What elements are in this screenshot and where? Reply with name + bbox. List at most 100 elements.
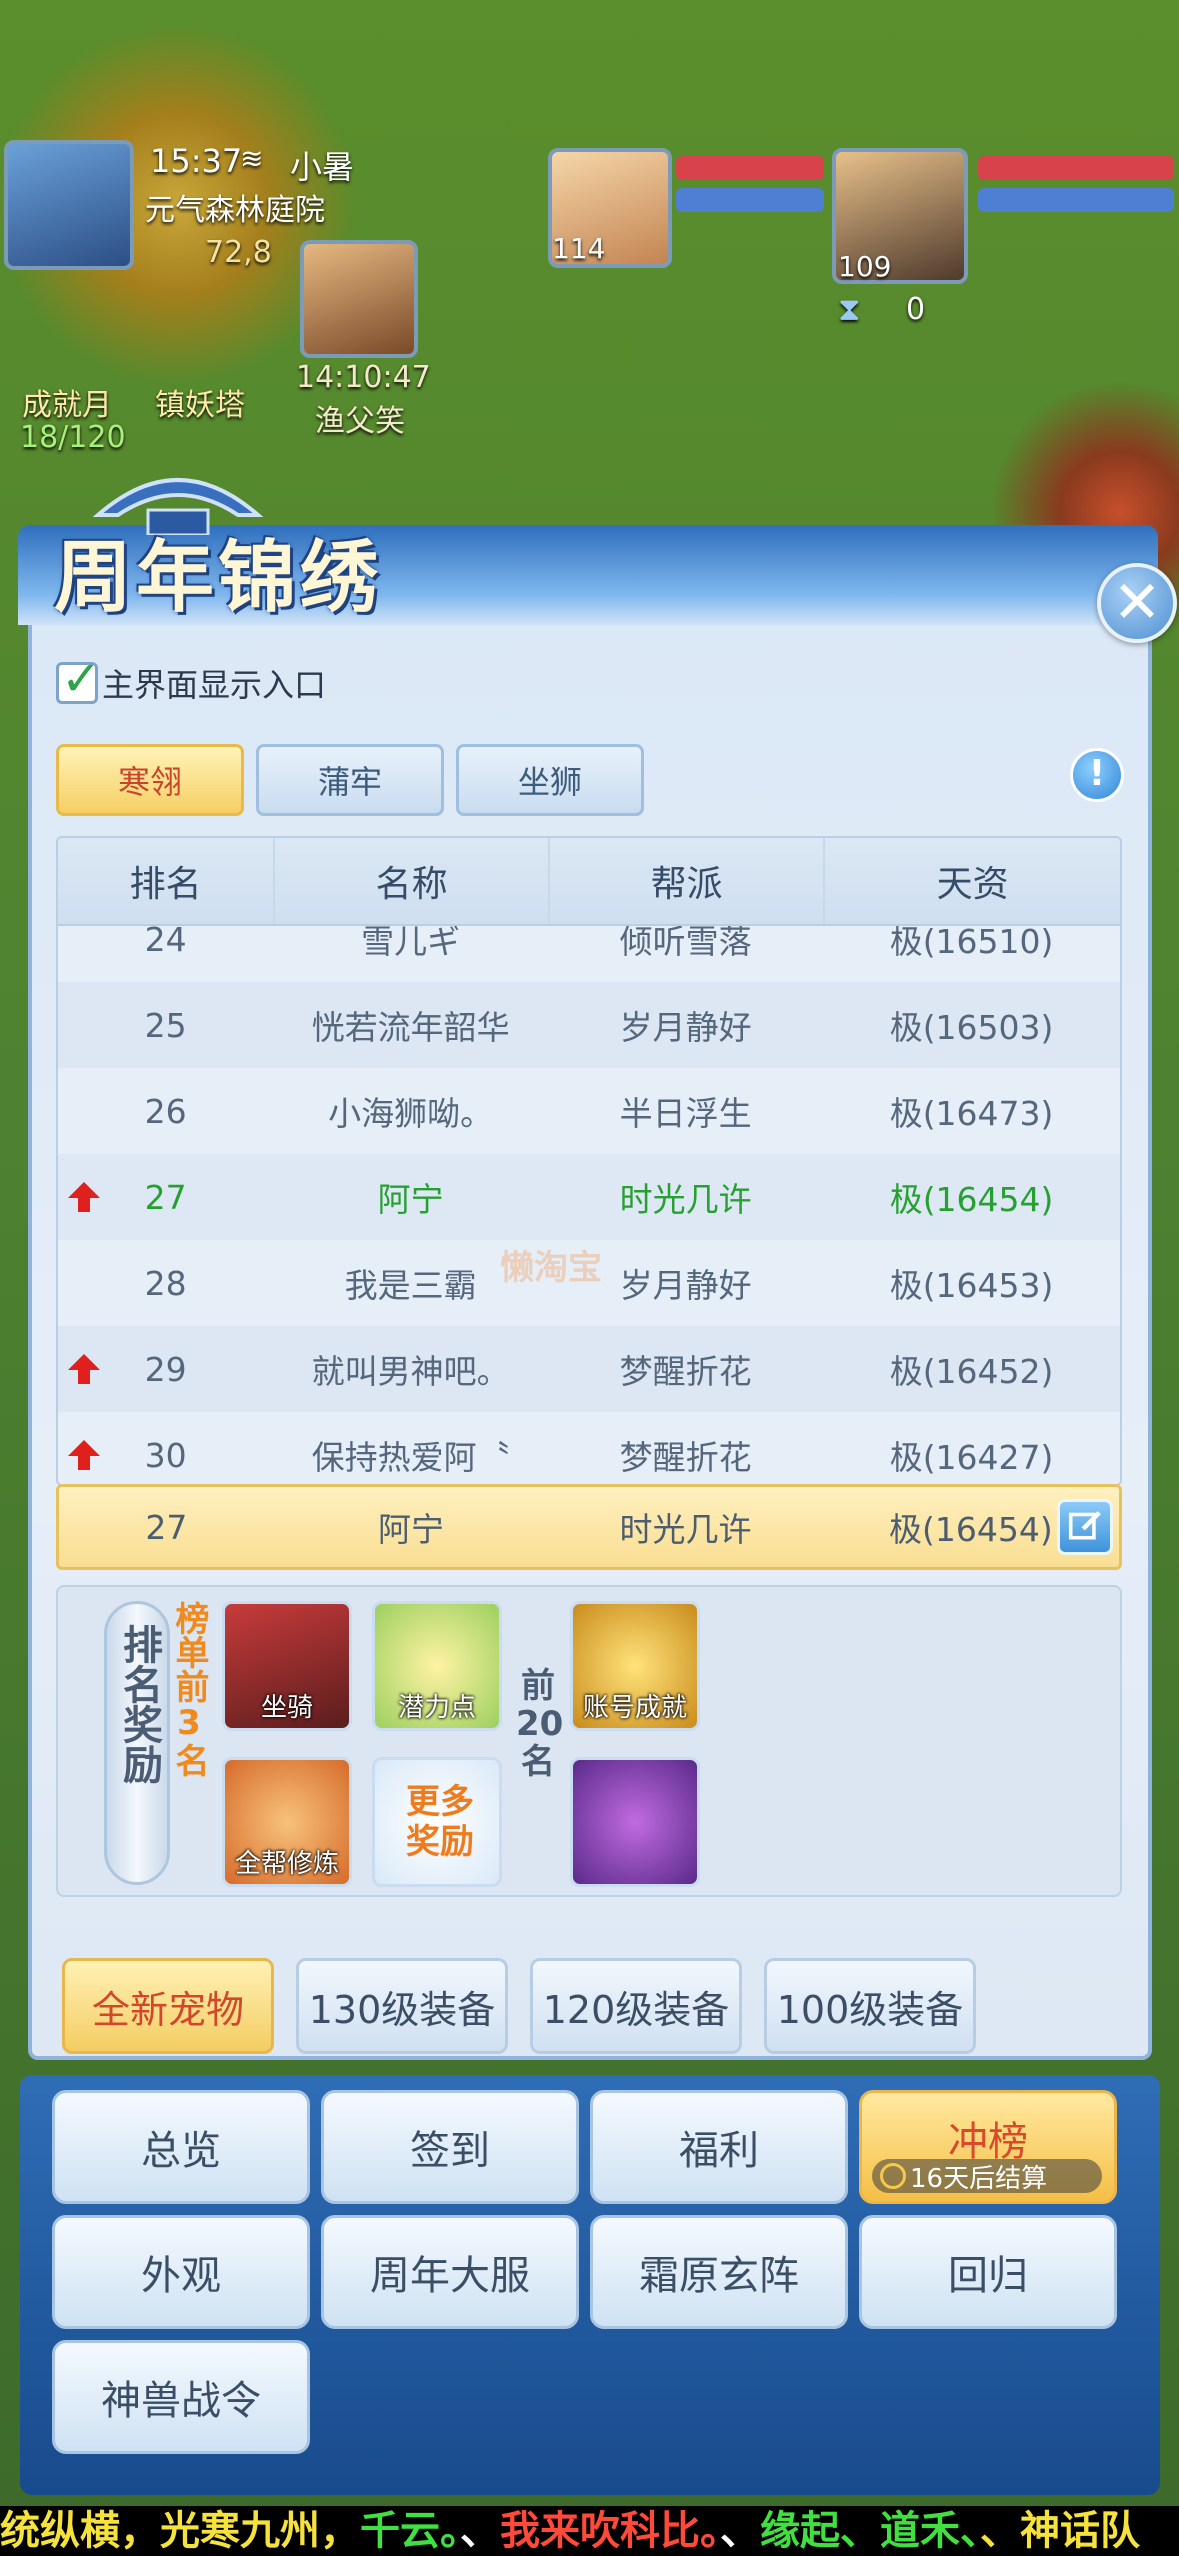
close-button[interactable]: ✕	[1097, 563, 1177, 643]
rank-up-arrow-icon	[68, 1440, 100, 1470]
talent-cell: 极(16473)	[823, 1087, 1120, 1135]
tab-pulao[interactable]: 蒲牢	[256, 744, 444, 816]
watermark: 懒淘宝	[500, 1248, 602, 1288]
ranking-table[interactable]: 排名 名称 帮派 天资 24 雪儿ギ 倾听雪落 极(16510) 25 恍若流年韶华 岁月静…	[56, 836, 1122, 1486]
category-lv130-gear[interactable]: 130级装备	[296, 1958, 508, 2054]
talent-cell: 极(16452)	[823, 1345, 1120, 1393]
party-member-1-hp-bar	[676, 156, 824, 180]
header-guild: 帮派	[548, 838, 823, 924]
rank-cell-text: 27	[144, 1177, 187, 1217]
party-member-2-mp-bar	[978, 188, 1174, 212]
settlement-text: 16天后结算	[910, 2163, 1048, 2194]
guild-cell: 半日浮生	[548, 1087, 823, 1135]
header-rank: 排名	[129, 864, 202, 905]
marquee-segment: 统纵横，光寒九州，	[0, 2508, 360, 2554]
tab-zuoshi[interactable]: 坐狮	[456, 744, 644, 816]
player-avatar[interactable]	[4, 140, 134, 270]
nav-appearance[interactable]: 外观	[52, 2215, 310, 2329]
nav-beast-pass[interactable]: 神兽战令	[52, 2340, 310, 2454]
achievement-month-badge[interactable]: 成就月	[22, 380, 112, 424]
talent-cell-text: 极(16510)	[889, 922, 1054, 961]
hud-time: 15:37	[150, 142, 243, 180]
hourglass-icon: ⧗	[838, 290, 861, 328]
reward-more[interactable]: 更多奖励	[372, 1757, 502, 1887]
hud-coins: 72,8	[205, 235, 272, 270]
guild-cell-text: 梦醒折花	[619, 1438, 752, 1477]
top3-label: 榜单前3名	[169, 1601, 209, 1777]
table-row[interactable]: 26 小海狮呦。 半日浮生 极(16473)	[58, 1068, 1120, 1154]
talent-cell-text: 极(16503)	[889, 1008, 1054, 1047]
nav-anniversary-server[interactable]: 周年大服	[321, 2215, 579, 2329]
show-entry-toggle[interactable]: ✓ 主界面显示入口	[56, 651, 326, 707]
nav-ranking[interactable]: 冲榜 16天后结算	[859, 2090, 1117, 2204]
party-member-1-mp-bar	[676, 188, 824, 212]
party-member-1-level: 114	[552, 232, 606, 265]
wifi-icon: ≋	[240, 142, 264, 175]
demon-tower-badge[interactable]: 镇妖塔	[155, 380, 245, 424]
guild-cell-text: 半日浮生	[619, 1094, 752, 1133]
nav-overview[interactable]: 总览	[52, 2090, 310, 2204]
guild-cell-text: 梦醒折花	[619, 1352, 752, 1391]
achievement-counter: 18/120	[20, 420, 126, 455]
marquee-segment: 千云。	[360, 2508, 460, 2554]
rank-cell: 30	[58, 1436, 273, 1475]
table-row[interactable]: 25 恍若流年韶华 岁月静好 极(16503)	[58, 982, 1120, 1068]
rank-cell-text: 28	[144, 1263, 187, 1303]
rank-cell: 26	[58, 1092, 273, 1131]
table-header: 排名 名称 帮派 天资	[58, 838, 1120, 926]
table-body[interactable]: 24 雪儿ギ 倾听雪落 极(16510) 25 恍若流年韶华 岁月静好 极(16503) 26 小…	[58, 896, 1120, 1484]
party-member-2-hp-bar	[978, 156, 1174, 180]
guild-cell: 梦醒折花	[548, 1431, 823, 1479]
npc-timer: 14:10:47	[296, 360, 431, 395]
reward-potential-label: 潜力点	[397, 1693, 476, 1723]
nav-benefits[interactable]: 福利	[590, 2090, 848, 2204]
hud-location[interactable]: 元气森林庭院	[145, 185, 325, 229]
my-rank: 27	[145, 1507, 188, 1547]
show-entry-checkbox[interactable]: ✓	[56, 651, 101, 707]
table-row[interactable]: 27 阿宁 时光几许 极(16454)	[58, 1154, 1120, 1240]
turn-counter: 0	[906, 292, 926, 327]
category-lv100-gear[interactable]: 100级装备	[764, 1958, 976, 2054]
name-cell-text: 我是三霸	[344, 1266, 477, 1305]
rank-rewards-banner: 排名奖励	[104, 1601, 170, 1885]
name-cell: 小海狮呦。	[273, 1087, 548, 1135]
edit-icon[interactable]	[1057, 1499, 1113, 1555]
reward-mount-label: 坐骑	[260, 1693, 313, 1723]
talent-cell: 极(16454)	[823, 1173, 1120, 1221]
table-row[interactable]: 29 就叫男神吧。 梦醒折花 极(16452)	[58, 1326, 1120, 1412]
rank-up-arrow-icon	[68, 1182, 100, 1212]
nav-return[interactable]: 回归	[859, 2215, 1117, 2329]
npc-avatar[interactable]	[300, 240, 418, 358]
reward-potential-points[interactable]: 潜力点	[372, 1601, 502, 1731]
reward-account-achievement[interactable]: 账号成就	[570, 1601, 700, 1731]
reward-mount[interactable]: 坐骑	[222, 1601, 352, 1731]
rank-cell-text: 30	[144, 1435, 187, 1475]
rank-rewards-section: 排名奖励 榜单前3名 坐骑 潜力点 全帮修炼 更多奖励 前20名 账号成就	[56, 1585, 1122, 1897]
talent-cell: 极(16453)	[823, 1259, 1120, 1307]
my-name: 阿宁	[378, 1510, 444, 1549]
tab-hanling[interactable]: 寒翎	[56, 744, 244, 816]
rank-up-arrow-icon	[68, 1354, 100, 1384]
reward-lucky-bag[interactable]	[570, 1757, 700, 1887]
table-row[interactable]: 30 保持热爱阿〝 梦醒折花 极(16427)	[58, 1412, 1120, 1484]
category-lv120-gear[interactable]: 120级装备	[530, 1958, 742, 2054]
guild-cell-text: 倾听雪落	[619, 922, 752, 961]
guild-cell: 时光几许	[548, 1173, 823, 1221]
panel-banner: 周年锦绣	[18, 455, 1158, 625]
name-cell-text: 阿宁	[377, 1180, 444, 1219]
rank-cell: 25	[58, 1006, 273, 1045]
header-name: 名称	[273, 838, 548, 924]
info-button[interactable]: !	[1070, 748, 1124, 802]
npc-name: 渔父笑	[315, 404, 405, 439]
my-rank-row[interactable]: 27 阿宁 时光几许 极(16454)	[56, 1484, 1122, 1570]
marquee-segment: 我来吹科比。	[500, 2508, 720, 2554]
name-cell: 保持热爱阿〝	[273, 1431, 548, 1479]
nav-frost-array[interactable]: 霜原玄阵	[590, 2215, 848, 2329]
talent-cell-text: 极(16453)	[889, 1266, 1054, 1305]
name-cell: 恍若流年韶华	[273, 1001, 548, 1049]
category-new-pet[interactable]: 全新宠物	[62, 1958, 274, 2054]
reward-guild-training[interactable]: 全帮修炼	[222, 1757, 352, 1887]
nav-checkin[interactable]: 签到	[321, 2090, 579, 2204]
talent-cell-text: 极(16473)	[889, 1094, 1054, 1133]
clock-icon	[880, 2163, 906, 2189]
